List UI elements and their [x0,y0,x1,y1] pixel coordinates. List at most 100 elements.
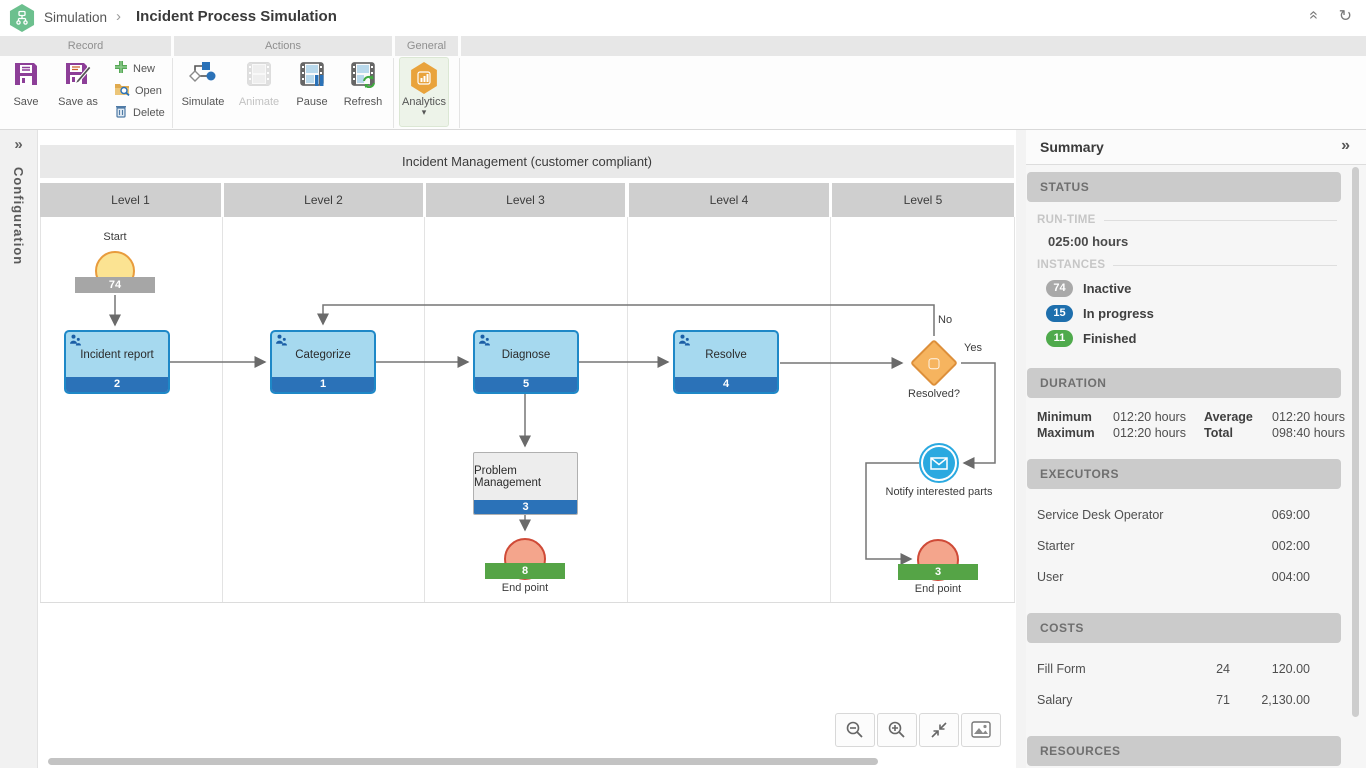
message-event-notify[interactable] [919,443,959,483]
summary-title: Summary [1040,139,1104,155]
open-folder-icon [114,82,130,101]
analytics-dropdown-caret-icon[interactable]: ▾ [422,108,427,116]
end-count-badge: 8 [485,563,565,579]
executor-value: 002:00 [1226,539,1310,553]
instance-row-inactive: 74 Inactive [1046,279,1131,297]
analytics-button[interactable]: Analytics ▾ [399,57,449,127]
refresh-button[interactable]: Refresh [337,60,389,124]
start-event-label: Start [90,231,140,243]
performer-person-icon [69,334,81,349]
task-resolve[interactable]: Resolve 4 [673,330,779,394]
runtime-label: RUN-TIME [1037,214,1096,226]
expand-configuration-icon[interactable]: » [0,136,37,153]
ribbon: Record Actions General Save Save as New … [0,36,1366,130]
task-diagnose[interactable]: Diagnose 5 [473,330,579,394]
gateway-yes-label: Yes [964,342,982,354]
delete-button[interactable]: Delete [114,104,165,122]
export-image-button[interactable] [961,713,1001,747]
instances-label: INSTANCES [1037,259,1105,271]
executor-value: 004:00 [1226,570,1310,584]
performer-person-icon [678,334,690,349]
section-costs[interactable]: COSTS [1027,613,1341,643]
end-event-label: End point [898,583,978,595]
vertical-scrollbar[interactable] [1352,167,1359,717]
in-progress-count-badge: 15 [1046,305,1073,322]
executor-label: User [1037,570,1063,584]
page-title: Incident Process Simulation [136,8,337,25]
animate-button: Animate [233,60,285,124]
pause-button[interactable]: Pause [286,60,338,124]
inactive-count-badge: 74 [1046,280,1073,297]
section-executors[interactable]: EXECUTORS [1027,459,1341,489]
instances-subsection: INSTANCES [1037,259,1337,271]
reload-icon[interactable]: ↻ [1339,6,1352,26]
group-separator [459,58,460,128]
end-event-label: End point [485,582,565,594]
analytics-chart-icon [409,62,439,94]
task-count-badge: 2 [66,377,168,392]
gateway-label: Resolved? [894,388,974,400]
new-plus-icon [114,60,128,79]
sequence-flows [38,130,1016,768]
cost-value: 2,130.00 [1246,693,1310,707]
group-separator [172,58,173,128]
zoom-toolbar [835,713,1001,747]
task-categorize[interactable]: Categorize 1 [270,330,376,394]
refresh-film-icon [349,60,377,93]
summary-panel: Summary » STATUS RUN-TIME 025:00 hours I… [1026,130,1366,768]
configuration-label[interactable]: Configuration [11,167,26,265]
section-duration[interactable]: DURATION [1027,368,1341,398]
simulate-button[interactable]: Simulate [177,60,229,124]
ribbon-group-actions: Actions [174,36,392,56]
save-floppy-icon [12,60,40,93]
cost-value: 120.00 [1246,662,1310,676]
gateway-marker-icon [929,358,940,369]
breadcrumb[interactable]: Simulation [44,10,107,25]
collapse-panel-icon[interactable]: » [1341,137,1350,155]
ribbon-group-filler [461,36,1366,56]
task-count-badge: 1 [272,377,374,392]
subprocess-problem-management[interactable]: Problem Management 3 [473,452,578,515]
duration-total-label: Total [1204,426,1233,440]
task-incident-report[interactable]: Incident report 2 [64,330,170,394]
save-button[interactable]: Save [0,60,52,124]
end-count-badge: 3 [898,564,978,580]
subprocess-label: Problem Management [474,465,577,489]
message-event-label: Notify interested parts [879,486,999,498]
open-button[interactable]: Open [114,82,162,100]
runtime-value: 025:00 hours [1048,234,1128,249]
section-status[interactable]: STATUS [1027,172,1341,202]
section-resources[interactable]: RESOURCES [1027,736,1341,766]
ribbon-group-general: General [395,36,458,56]
zoom-in-button[interactable] [877,713,917,747]
task-label: Resolve [705,349,747,361]
save-as-button[interactable]: Save as [52,60,104,124]
cost-count: 24 [1196,662,1230,676]
group-separator [393,58,394,128]
diagram-canvas[interactable]: Incident Management (customer compliant)… [38,130,1016,768]
duration-total-value: 098:40 hours [1272,426,1345,440]
gateway-no-label: No [938,314,952,326]
configuration-sidebar: » Configuration [0,130,38,768]
task-label: Categorize [295,349,351,361]
finished-count-badge: 11 [1046,330,1073,347]
duration-maximum-label: Maximum [1037,426,1095,440]
collapse-ribbon-icon[interactable]: » [1305,11,1323,20]
rule [1104,220,1337,221]
duration-average-value: 012:20 hours [1272,410,1345,424]
delete-trash-icon [114,104,128,123]
zoom-out-button[interactable] [835,713,875,747]
performer-person-icon [275,334,287,349]
save-as-floppy-pencil-icon [64,60,92,93]
task-label: Incident report [80,349,154,361]
app-logo-icon [8,4,36,32]
summary-panel-header: Summary » [1026,130,1366,165]
task-count-badge: 4 [675,377,777,392]
executor-label: Starter [1037,539,1075,553]
duration-average-label: Average [1204,410,1253,424]
horizontal-scrollbar[interactable] [48,758,878,765]
rule [1113,265,1337,266]
pause-film-icon [298,60,326,93]
fit-to-screen-button[interactable] [919,713,959,747]
new-button[interactable]: New [114,60,155,78]
